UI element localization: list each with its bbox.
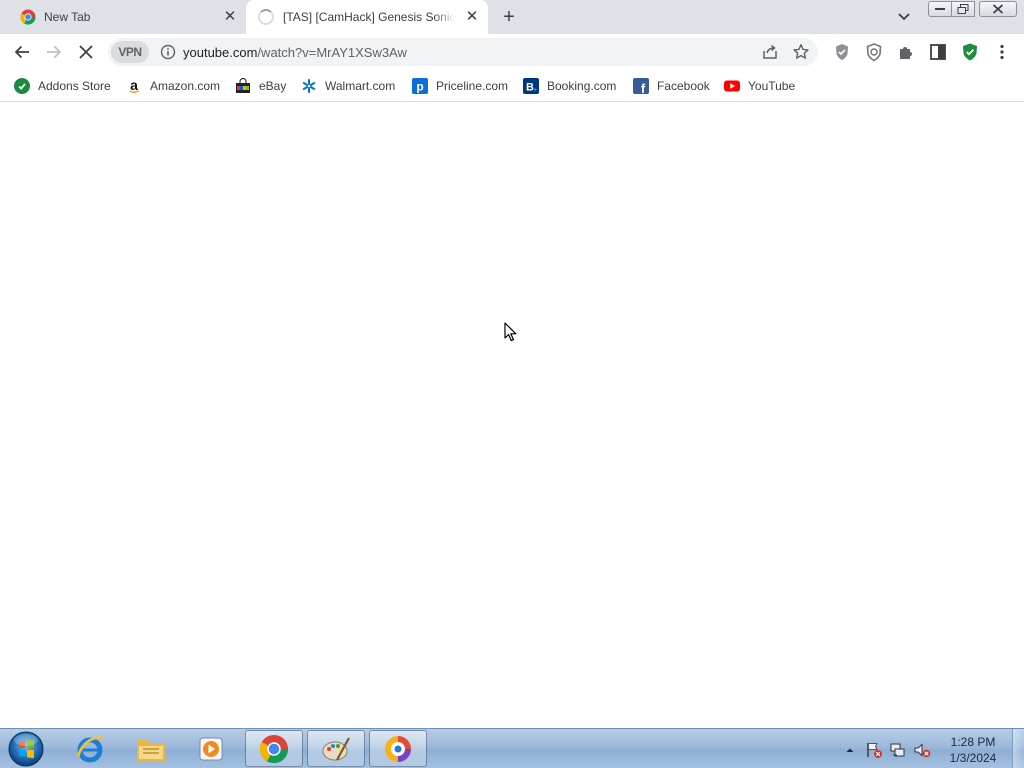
taskbar-paint[interactable] [307, 730, 365, 767]
facebook-icon: f [633, 78, 649, 96]
youtube-icon [724, 78, 740, 94]
forward-arrow-icon[interactable] [42, 40, 66, 64]
extension-badge-icon[interactable] [862, 40, 886, 64]
svg-text:B: B [526, 82, 534, 94]
ie-icon [76, 736, 104, 762]
bookmark-ebay[interactable]: eBay [235, 75, 286, 97]
svg-text:a: a [130, 78, 138, 93]
bookmark-label: Booking.com [547, 79, 617, 93]
bookmark-amazon[interactable]: a Amazon.com [126, 75, 220, 97]
share-icon[interactable] [761, 43, 779, 61]
extension-shield-icon[interactable] [830, 40, 854, 64]
media-player-icon [199, 737, 223, 760]
amazon-icon: a [126, 77, 142, 94]
ebay-icon [235, 77, 251, 94]
network-icon[interactable] [889, 741, 907, 759]
browser-toolbar: VPN youtube.com/watch?v=MrAY1XSw3Aw [0, 34, 1024, 70]
stop-loading-icon[interactable] [74, 40, 98, 64]
tab-youtube-video[interactable]: [TAS] [CamHack] Genesis Sonic 3 ✕ [246, 0, 488, 34]
bookmark-label: Addons Store [38, 79, 111, 93]
tab-title: New Tab [44, 10, 91, 24]
chrome-icon [20, 9, 36, 25]
bookmark-label: eBay [259, 79, 287, 93]
show-desktop-button[interactable] [1012, 729, 1024, 768]
clock-time: 1:28 PM [950, 735, 996, 749]
bookmark-youtube[interactable]: YouTube [724, 75, 795, 97]
chrome-icon [259, 734, 289, 763]
windows-taskbar: 1:28 PM 1/3/2024 [0, 728, 1024, 768]
tab-close-icon[interactable]: ✕ [464, 9, 480, 25]
url-path: /watch?v=MrAY1XSw3Aw [257, 45, 407, 60]
volume-muted-icon[interactable] [913, 741, 931, 759]
taskbar-chrome[interactable] [245, 730, 303, 767]
addons-store-icon [14, 78, 30, 94]
tab-close-icon[interactable]: ✕ [222, 9, 238, 25]
window-minimize-button[interactable] [928, 1, 952, 17]
star-icon[interactable] [792, 43, 810, 61]
bookmark-label: YouTube [748, 79, 796, 93]
puzzle-icon[interactable] [894, 40, 918, 64]
kebab-menu-icon[interactable] [990, 40, 1014, 64]
walmart-icon [301, 78, 317, 94]
folder-icon [137, 739, 165, 761]
priceline-icon: p [412, 78, 428, 94]
back-arrow-icon[interactable] [10, 40, 34, 64]
url-host: youtube.com [183, 45, 258, 60]
url-text[interactable]: youtube.com/watch?v=MrAY1XSw3Aw [183, 45, 407, 60]
taskbar-internet-explorer[interactable] [61, 730, 119, 767]
tab-new-tab[interactable]: New Tab ✕ [8, 0, 246, 34]
web-page-content[interactable] [0, 103, 1024, 728]
start-button[interactable] [6, 730, 46, 768]
bookmark-label: Priceline.com [436, 79, 509, 93]
bookmark-label: Facebook [657, 79, 710, 93]
booking-icon: B [523, 78, 539, 94]
vpn-button[interactable]: VPN [111, 41, 149, 63]
side-panel-icon[interactable] [926, 40, 950, 64]
taskbar-file-explorer[interactable] [122, 730, 180, 767]
bookmark-label: Walmart.com [325, 79, 396, 93]
svg-text:f: f [641, 81, 646, 94]
new-tab-button[interactable]: + [498, 6, 520, 28]
bookmark-walmart[interactable]: Walmart.com [301, 75, 395, 97]
mouse-cursor-icon [504, 322, 518, 342]
bookmark-booking[interactable]: B Booking.com [523, 75, 616, 97]
ring-browser-icon [385, 735, 411, 762]
svg-text:p: p [416, 80, 423, 94]
loading-spinner-icon [258, 9, 274, 25]
paint-icon [322, 736, 350, 761]
address-bar[interactable]: VPN youtube.com/watch?v=MrAY1XSw3Aw [108, 38, 818, 66]
window-restore-button[interactable] [951, 1, 975, 17]
info-icon[interactable] [160, 44, 176, 60]
tab-search-chevron-icon[interactable] [894, 8, 914, 26]
tab-strip: New Tab ✕ [TAS] [CamHack] Genesis Sonic … [0, 0, 1024, 34]
bookmarks-bar: Addons Store a Amazon.com eBay Walmart.c… [0, 70, 1024, 102]
system-clock[interactable]: 1:28 PM 1/3/2024 [940, 734, 1006, 766]
taskbar-media-player[interactable] [183, 730, 241, 767]
bookmark-priceline[interactable]: p Priceline.com [412, 75, 508, 97]
bookmark-facebook[interactable]: f Facebook [633, 75, 710, 97]
action-center-flag-icon[interactable] [865, 741, 883, 759]
tray-expand-icon[interactable] [845, 743, 855, 753]
bookmark-addons-store[interactable]: Addons Store [14, 75, 111, 97]
bookmark-label: Amazon.com [150, 79, 221, 93]
taskbar-browser-2[interactable] [369, 730, 427, 767]
tab-title: [TAS] [CamHack] Genesis Sonic 3 [283, 10, 455, 24]
window-close-button[interactable] [979, 1, 1017, 17]
clock-date: 1/3/2024 [949, 751, 997, 765]
green-shield-icon[interactable] [958, 40, 982, 64]
